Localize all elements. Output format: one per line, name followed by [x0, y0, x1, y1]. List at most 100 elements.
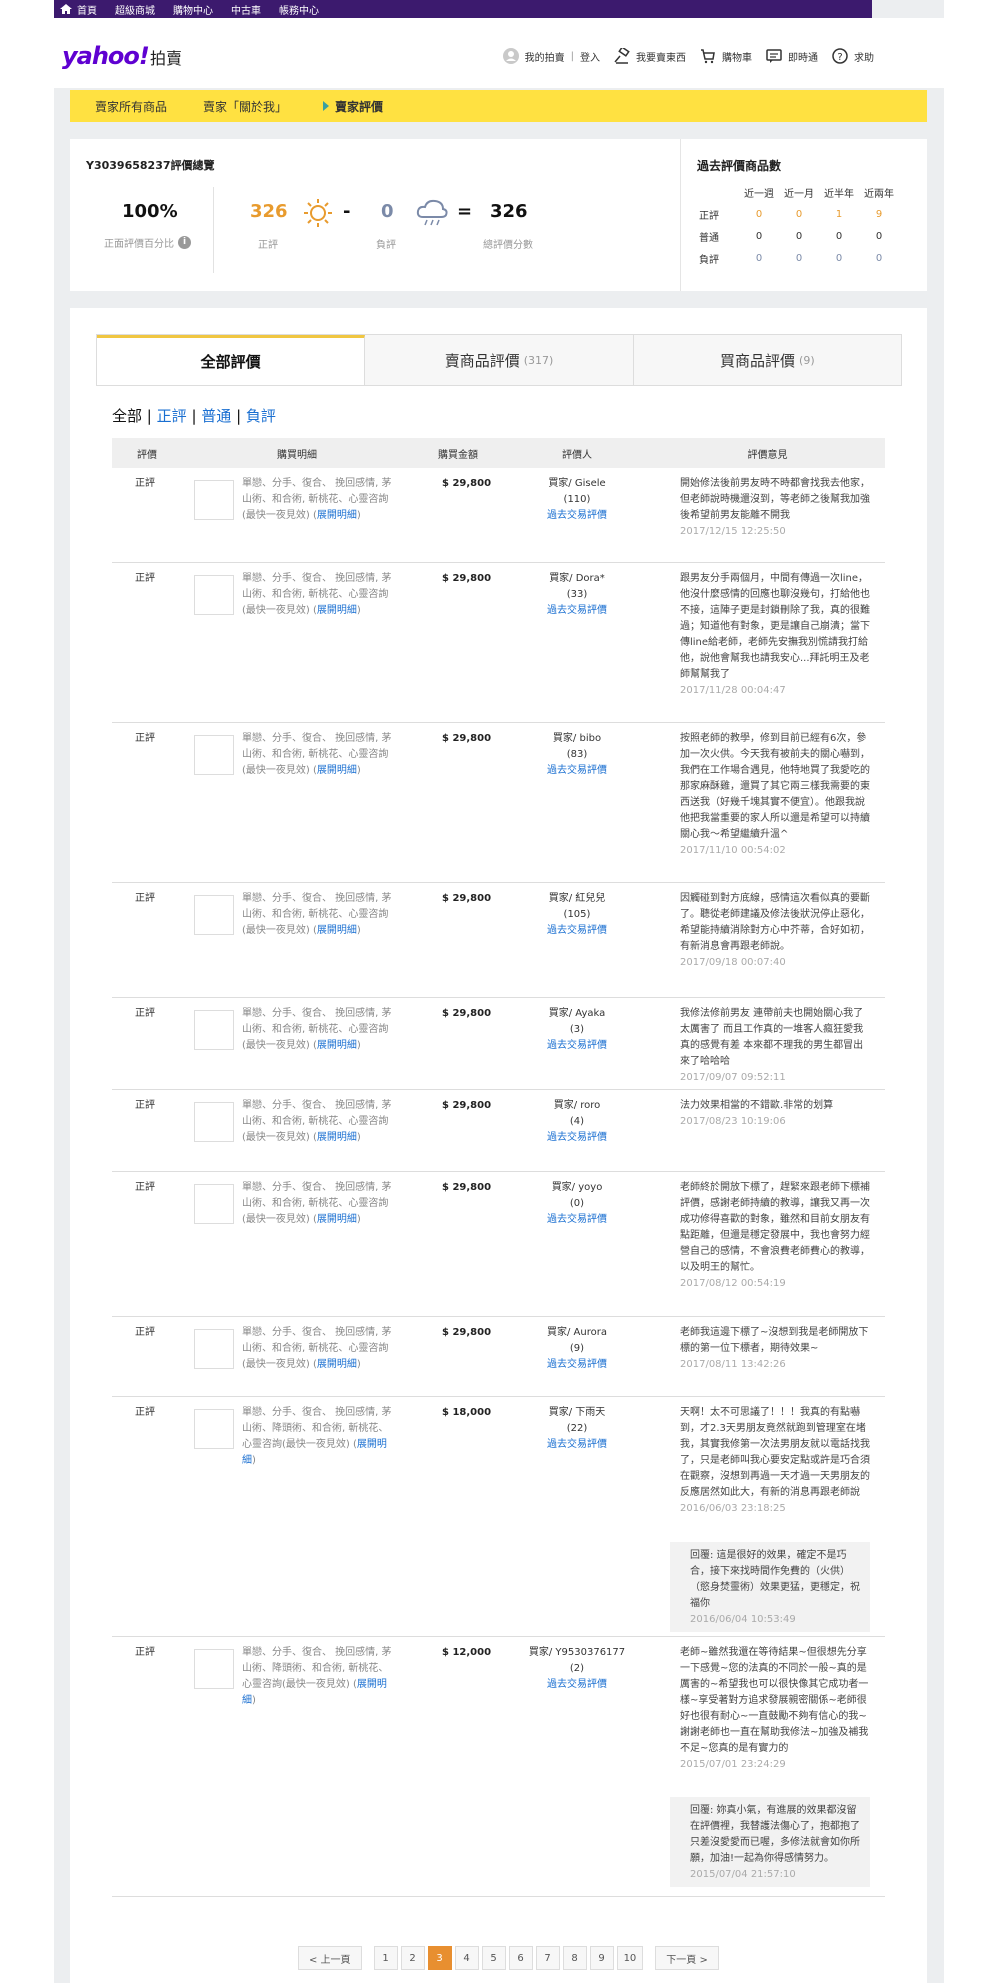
chat-icon — [766, 49, 782, 63]
item-thumbnail[interactable] — [194, 1649, 234, 1689]
count-cell: 0 — [795, 252, 803, 264]
topbar-item-cars[interactable]: 中古車 — [231, 2, 261, 17]
page-number-button[interactable]: 6 — [508, 1946, 533, 1970]
buyer-name[interactable]: 買家/ bibo — [512, 731, 642, 747]
topbar-item-mall[interactable]: 超級商城 — [115, 2, 155, 17]
history-link[interactable]: 過去交易評價 — [512, 1357, 642, 1373]
nav-about-me[interactable]: 賣家「關於我」 — [203, 98, 287, 115]
nav-seller-ratings[interactable]: 賣家評價 — [323, 98, 383, 115]
topbar-item-home[interactable]: 首頁 — [60, 2, 97, 17]
item-thumbnail[interactable] — [194, 1329, 234, 1369]
expand-details-link[interactable]: 展開明細 — [317, 605, 357, 616]
filter-negative[interactable]: 負評 — [246, 407, 276, 425]
expand-details-link[interactable]: 展開明細 — [317, 925, 357, 936]
history-link[interactable]: 過去交易評價 — [512, 1038, 642, 1054]
buyer-name[interactable]: 買家/ roro — [512, 1098, 642, 1114]
page-number-button[interactable]: 2 — [400, 1946, 425, 1970]
negative-score-label: 負評 — [376, 240, 396, 251]
topbar-item-billing[interactable]: 帳務中心 — [279, 2, 319, 17]
yahoo-logo[interactable]: yahoo! — [62, 42, 150, 70]
rating-value: 正評 — [135, 478, 155, 489]
svg-text:?: ? — [837, 52, 842, 63]
reply-text: 回覆: 這是很好的效果，確定不是巧合，接下來找時間作免費的（火供）（慾身焚靈術）… — [690, 1550, 860, 1609]
buyer-name[interactable]: 買家/ Y9530376177 — [512, 1645, 642, 1661]
buyer-name[interactable]: 買家/ Aurora — [512, 1325, 642, 1341]
expand-details-link[interactable]: 展開明細 — [317, 1359, 357, 1370]
tab-buyer-ratings[interactable]: 買商品評價 (9) — [633, 335, 901, 385]
info-icon[interactable]: i — [178, 236, 191, 249]
tab-all-ratings[interactable]: 全部評價 — [97, 335, 366, 385]
history-link[interactable]: 過去交易評價 — [512, 1212, 642, 1228]
page-number-button[interactable]: 8 — [562, 1946, 587, 1970]
history-link[interactable]: 過去交易評價 — [512, 923, 642, 939]
history-link[interactable]: 過去交易評價 — [512, 603, 642, 619]
item-thumbnail[interactable] — [194, 1409, 234, 1449]
reply-time: 2016/06/04 10:53:49 — [690, 1614, 796, 1625]
purchase-amount: $ 29,800 — [442, 478, 492, 489]
expand-details-link[interactable]: 展開明細 — [317, 510, 357, 521]
expand-details-link[interactable]: 展開明細 — [317, 1132, 357, 1143]
item-thumbnail[interactable] — [194, 480, 234, 520]
buyer-name[interactable]: 買家/ 下雨天 — [512, 1405, 642, 1421]
history-link[interactable]: 過去交易評價 — [512, 1437, 642, 1453]
desc-close: ) — [356, 1040, 361, 1051]
help-link[interactable]: ? 求助 — [832, 48, 874, 64]
review-comment: 老師終於開放下標了，趕緊來跟老師下標補評價，感謝老師持續的教導，讓我又再一次成功… — [680, 1180, 870, 1292]
page-number-button[interactable]: 7 — [535, 1946, 560, 1970]
cart-link[interactable]: 購物車 — [700, 48, 752, 64]
count-cell: 9 — [875, 208, 883, 220]
comment-text: 法力效果相當的不錯歐.非常的划算 — [680, 1100, 834, 1111]
page-number-button[interactable]: 1 — [373, 1946, 398, 1970]
page-number-button[interactable]: 4 — [454, 1946, 479, 1970]
purchase-amount: $ 29,800 — [442, 893, 492, 904]
history-link[interactable]: 過去交易評價 — [512, 508, 642, 524]
buyer-name[interactable]: 買家/ Dora* — [512, 571, 642, 587]
chat-link[interactable]: 即時通 — [766, 48, 818, 64]
item-thumbnail[interactable] — [194, 1102, 234, 1142]
filter-all[interactable]: 全部 — [112, 407, 142, 425]
comment-time: 2017/08/12 00:54:19 — [680, 1278, 786, 1289]
buyer-name[interactable]: 買家/ Gisele — [512, 476, 642, 492]
nav-all-items[interactable]: 賣家所有商品 — [95, 98, 167, 115]
rating-value: 正評 — [135, 893, 155, 904]
filter-positive[interactable]: 正評 — [157, 407, 187, 425]
buyer-count: (105) — [563, 909, 591, 920]
next-page-button[interactable]: 下一頁 > — [655, 1946, 719, 1970]
sell-link[interactable]: 我要賣東西 — [614, 48, 686, 64]
expand-details-link[interactable]: 展開明細 — [317, 1214, 357, 1225]
logo-subtitle[interactable]: 拍賣 — [150, 45, 182, 69]
expand-details-link[interactable]: 展開明細 — [317, 765, 357, 776]
page-number-button[interactable]: 10 — [616, 1946, 644, 1970]
page-number-button[interactable]: 5 — [481, 1946, 506, 1970]
tab-seller-ratings[interactable]: 賣商品評價 (317) — [365, 335, 634, 385]
topbar-item-shopping[interactable]: 購物中心 — [173, 2, 213, 17]
page-number-button[interactable]: 3 — [427, 1946, 452, 1970]
comment-time: 2017/08/23 10:19:06 — [680, 1116, 786, 1127]
cart-label: 購物車 — [722, 52, 752, 64]
my-auction-link[interactable]: 我的拍賣 — [502, 48, 565, 64]
comment-time: 2017/11/28 00:04:47 — [680, 685, 786, 696]
item-thumbnail[interactable] — [194, 1010, 234, 1050]
buyer-name[interactable]: 買家/ yoyo — [512, 1180, 642, 1196]
history-link[interactable]: 過去交易評價 — [512, 1677, 642, 1693]
filter-neutral[interactable]: 普通 — [201, 407, 231, 425]
item-thumbnail[interactable] — [194, 735, 234, 775]
header-links: 我的拍賣 | 登入 我要賣東西 購物車 即時通 ? 求助 — [489, 48, 874, 64]
prev-page-button[interactable]: < 上一頁 — [298, 1946, 362, 1970]
item-thumbnail[interactable] — [194, 575, 234, 615]
desc-close: ) — [356, 1214, 361, 1225]
expand-details-link[interactable]: 展開明細 — [317, 1040, 357, 1051]
buyer-name[interactable]: 買家/ Ayaka — [512, 1006, 642, 1022]
rating-value: 正評 — [135, 733, 155, 744]
page-number-button[interactable]: 9 — [589, 1946, 614, 1970]
item-thumbnail[interactable] — [194, 895, 234, 935]
login-link[interactable]: 登入 — [580, 49, 600, 64]
comment-text: 我修法修前男友 連帶前夫也開始關心我了 太厲害了 而且工作真的一堆客人瘋狂愛我 … — [680, 1008, 864, 1067]
item-thumbnail[interactable] — [194, 1184, 234, 1224]
item-description: 單戀、分手、復合、 挽回感情, 茅山術、降頭術、和合術, 斬桃花、心靈咨詢(最快… — [242, 1645, 392, 1709]
equals-sign: = — [457, 201, 473, 222]
history-link[interactable]: 過去交易評價 — [512, 1130, 642, 1146]
history-link[interactable]: 過去交易評價 — [512, 763, 642, 779]
chat-label: 即時通 — [788, 52, 818, 64]
buyer-name[interactable]: 買家/ 紅兒兒 — [512, 891, 642, 907]
